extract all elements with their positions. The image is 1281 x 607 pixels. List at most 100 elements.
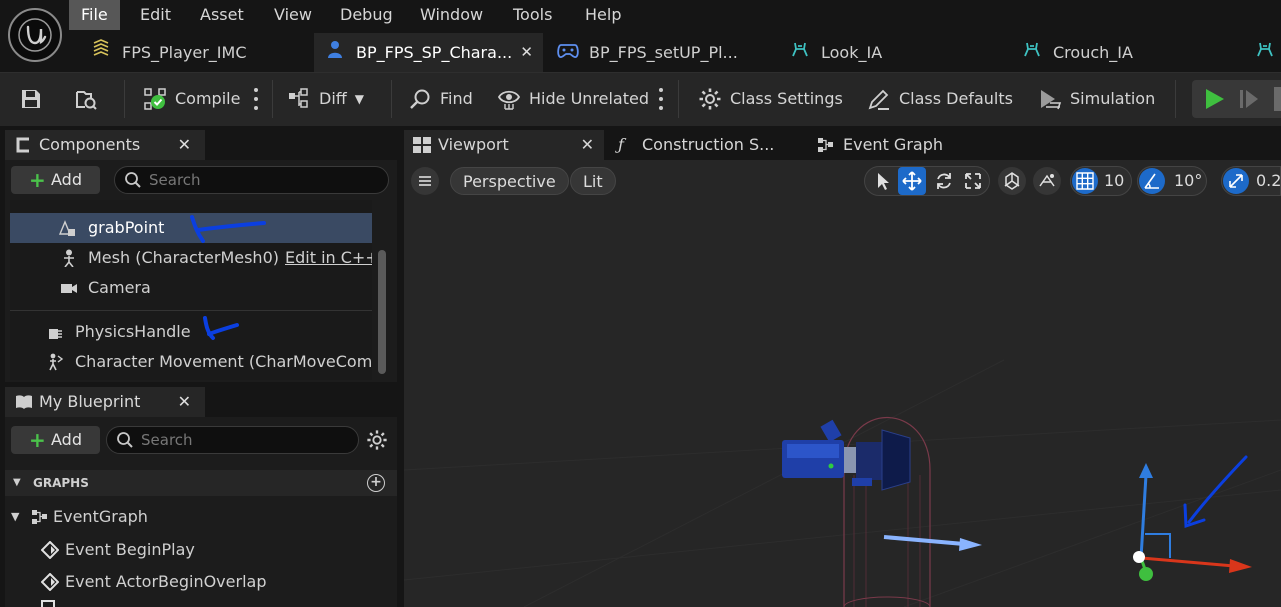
tree-divider [10,310,372,311]
diff-button[interactable]: Diff ▼ [287,84,364,114]
hide-unrelated-options-menu[interactable] [658,86,664,112]
viewport-options-button[interactable] [411,167,439,195]
class-settings-button[interactable]: Class Settings [698,84,843,114]
physics-handle-icon [49,329,62,339]
simulation-label: Simulation [1070,89,1156,108]
doc-tab-look-ia[interactable]: Look_IA [779,33,1011,72]
step-icon[interactable] [1238,87,1262,111]
my-blueprint-search-input[interactable]: Search [106,426,359,454]
unreal-logo-icon[interactable] [8,8,62,62]
close-icon[interactable]: ✕ [178,130,191,160]
find-button[interactable]: Find [408,84,473,114]
scale-tool-button[interactable] [959,167,987,195]
add-component-button[interactable]: + Add [11,166,100,194]
menu-file[interactable]: File [69,0,120,30]
tab-label: Viewport [438,135,509,154]
my-blueprint-tab[interactable]: My Blueprint ✕ [5,387,205,417]
chevron-down-icon: ▼ [11,510,20,523]
compile-options-menu[interactable] [253,86,259,112]
toolbar-separator [124,80,125,118]
tree-row-character-movement[interactable]: Character Movement (CharMoveComp [10,347,372,377]
browse-button[interactable] [74,84,98,114]
grid-snap-toggle[interactable] [1072,168,1098,194]
plus-icon: + [29,168,46,192]
doc-tab-bp-fps-sp-character[interactable]: BP_FPS_SP_Chara... ✕ [314,33,543,72]
camera-icon [61,284,77,293]
eye-icon [497,90,521,110]
perspective-dropdown[interactable]: Perspective [450,167,569,195]
save-button[interactable] [19,84,43,114]
tree-row-event-beginplay[interactable]: Event BeginPlay [5,535,397,565]
tree-row-label: Event ActorBeginOverlap [65,572,267,591]
cursor-icon [878,173,889,190]
hide-unrelated-button[interactable]: Hide Unrelated [497,84,649,114]
play-icon[interactable] [1202,87,1226,111]
menu-tools[interactable]: Tools [501,0,564,30]
view-mode-dropdown[interactable]: Lit [570,167,616,195]
character-blueprint-icon [324,34,346,72]
translate-tool-button[interactable] [898,167,926,195]
doc-tab-label: Look_IA [821,43,883,62]
menu-help[interactable]: Help [573,0,633,30]
menu-view[interactable]: View [262,0,324,30]
tab-viewport[interactable]: Viewport ✕ [404,130,604,160]
menu-edit[interactable]: Edit [128,0,183,30]
surface-snap-button[interactable] [1033,167,1061,195]
add-graph-icon[interactable]: + [367,474,385,492]
rotate-tool-button[interactable] [930,167,958,195]
scale-snap-value[interactable]: 0.2 [1256,167,1281,195]
doc-tab-overflow[interactable] [1244,33,1281,72]
edit-in-cpp-link[interactable]: Edit in C++ [285,243,372,273]
annotation-arrow-physicshandle [203,316,239,340]
graphs-section-header[interactable]: ▼ GRAPHS + [5,470,397,496]
tree-row-event-actorbeginoverlap[interactable]: Event ActorBeginOverlap [5,567,397,597]
select-tool-button[interactable] [869,167,897,195]
menu-debug[interactable]: Debug [328,0,405,30]
my-blueprint-title: My Blueprint [39,392,141,411]
viewport-canvas[interactable] [404,160,1281,607]
diff-icon [289,88,308,108]
coordinate-space-button[interactable] [998,167,1026,195]
toolbar-separator [678,80,679,118]
toolbar-separator [272,80,273,118]
components-search-input[interactable]: Search [114,166,389,194]
search-icon [410,89,430,109]
simulation-button[interactable]: Simulation [1038,84,1155,114]
tree-row-label: Character Movement (CharMoveComp [75,352,372,371]
skeleton-icon [64,249,74,267]
tree-row-label: Camera [88,278,151,297]
tree-row-eventgraph[interactable]: ▼ EventGraph [5,502,397,532]
tree-row-physicshandle[interactable]: PhysicsHandle [10,317,372,347]
tree-row-label: grabPoint [88,218,165,237]
compile-button[interactable]: Compile [143,84,240,114]
class-settings-label: Class Settings [730,89,843,108]
doc-tab-fps-player-imc[interactable]: FPS_Player_IMC [80,33,310,72]
close-icon[interactable]: ✕ [178,387,191,417]
class-defaults-icon [868,89,889,110]
tab-construction-script[interactable]: ƒ Construction S... [608,130,808,160]
grid-snap-value[interactable]: 10 [1104,167,1124,195]
tree-row-camera[interactable]: Camera [10,273,372,303]
doc-tab-bp-fps-setup[interactable]: BP_FPS_setUP_Pl... [547,33,777,72]
diff-label: Diff [319,89,347,108]
hide-unrelated-label: Hide Unrelated [529,89,650,108]
menu-asset[interactable]: Asset [188,0,256,30]
tab-event-graph[interactable]: Event Graph [809,130,1009,160]
doc-tab-crouch-ia[interactable]: Crouch_IA [1011,33,1243,72]
add-blueprint-item-button[interactable]: + Add [11,426,100,454]
scale-snap-toggle[interactable] [1223,168,1249,194]
components-title: Components [39,135,141,154]
close-icon[interactable]: ✕ [581,130,594,160]
components-scrollbar[interactable] [378,250,386,374]
input-mapping-icon [90,34,112,72]
rotation-snap-toggle[interactable] [1139,168,1165,194]
menu-window[interactable]: Window [408,0,495,30]
class-defaults-button[interactable]: Class Defaults [867,84,1013,114]
close-icon[interactable]: ✕ [520,33,533,72]
stop-icon[interactable] [1274,87,1281,111]
components-tab[interactable]: Components ✕ [5,130,205,160]
gear-icon[interactable] [366,429,388,451]
rotation-snap-value[interactable]: 10° [1174,167,1202,195]
toolbar-separator [1175,80,1176,118]
save-icon [22,90,40,108]
